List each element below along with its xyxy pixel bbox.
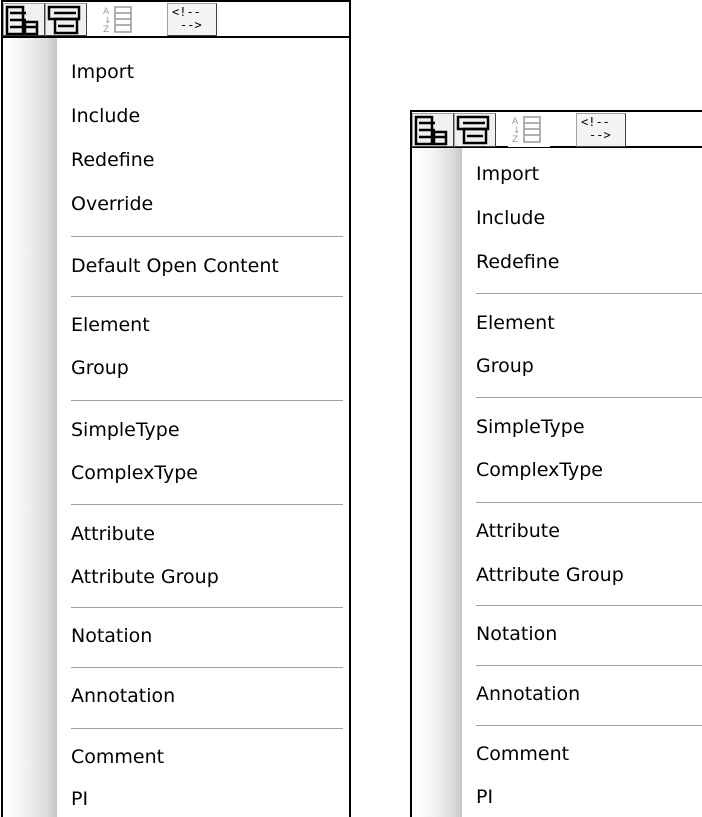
menu-separator — [71, 667, 343, 669]
expand-all-button[interactable] — [45, 3, 87, 36]
menu-separator — [476, 502, 702, 504]
menu-item-attribute-group[interactable]: Attribute Group — [476, 563, 624, 587]
menu-item-annotation[interactable]: Annotation — [71, 684, 175, 708]
menu-separator — [71, 400, 343, 402]
menu-separator — [71, 607, 343, 609]
menu-item-notation[interactable]: Notation — [476, 622, 557, 646]
menu-item-attribute[interactable]: Attribute — [476, 519, 560, 543]
menu-toolbar: A ↓ Z <!-- --> — [3, 0, 349, 38]
menu-item-include[interactable]: Include — [71, 104, 140, 128]
menu-item-comment[interactable]: Comment — [71, 745, 164, 769]
menu-item-import[interactable]: Import — [476, 162, 539, 186]
menu-item-simpletype[interactable]: SimpleType — [476, 415, 585, 439]
svg-text:Z: Z — [103, 25, 109, 35]
svg-text:Z: Z — [512, 135, 518, 145]
comment-toggle-button[interactable]: <!-- --> — [576, 113, 626, 147]
menu-icon-gutter — [5, 38, 57, 817]
menu-item-group[interactable]: Group — [71, 356, 129, 380]
menu-item-notation[interactable]: Notation — [71, 624, 152, 648]
menu-item-redefine[interactable]: Redefine — [476, 250, 560, 274]
menu-item-redefine[interactable]: Redefine — [71, 148, 155, 172]
menu-item-simpletype[interactable]: SimpleType — [71, 418, 180, 442]
menu-toolbar: A ↓ Z <!-- --> — [412, 110, 702, 148]
menu-separator — [476, 605, 702, 607]
menu-item-comment[interactable]: Comment — [476, 742, 569, 766]
menu-item-annotation[interactable]: Annotation — [476, 682, 580, 706]
menu-item-pi[interactable]: PI — [71, 787, 88, 811]
sort-button[interactable]: A ↓ Z — [508, 113, 550, 147]
collapse-all-button[interactable] — [3, 3, 45, 36]
menu-separator — [71, 728, 343, 730]
menu-separator — [71, 504, 343, 506]
schema-components-menu-left: A ↓ Z <!-- --> Import Include Redefine O… — [1, 0, 351, 817]
menu-item-element[interactable]: Element — [476, 311, 555, 335]
menu-item-include[interactable]: Include — [476, 206, 545, 230]
comment-toggle-button[interactable]: <!-- --> — [167, 3, 217, 36]
menu-item-import[interactable]: Import — [71, 60, 134, 84]
menu-item-group[interactable]: Group — [476, 354, 534, 378]
menu-item-default-open-content[interactable]: Default Open Content — [71, 254, 279, 278]
menu-item-pi[interactable]: PI — [476, 785, 493, 809]
menu-separator — [476, 397, 702, 399]
sort-button[interactable]: A ↓ Z — [99, 3, 141, 36]
collapse-all-button[interactable] — [412, 113, 454, 147]
menu-icon-gutter — [416, 148, 462, 817]
menu-item-attribute-group[interactable]: Attribute Group — [71, 565, 219, 589]
menu-item-complextype[interactable]: ComplexType — [71, 461, 198, 485]
menu-separator — [476, 293, 702, 295]
menu-item-complextype[interactable]: ComplexType — [476, 458, 603, 482]
menu-separator — [476, 725, 702, 727]
comment-toggle-icon: <!-- --> — [581, 115, 611, 142]
menu-separator — [71, 236, 343, 238]
menu-item-override[interactable]: Override — [71, 192, 153, 216]
menu-separator — [476, 665, 702, 667]
comment-toggle-icon: <!-- --> — [172, 5, 202, 32]
menu-item-attribute[interactable]: Attribute — [71, 522, 155, 546]
schema-components-menu-right: A ↓ Z <!-- --> Import Include Redefine E… — [410, 110, 702, 817]
menu-separator — [71, 296, 343, 298]
menu-item-element[interactable]: Element — [71, 313, 150, 337]
expand-all-button[interactable] — [454, 113, 496, 147]
